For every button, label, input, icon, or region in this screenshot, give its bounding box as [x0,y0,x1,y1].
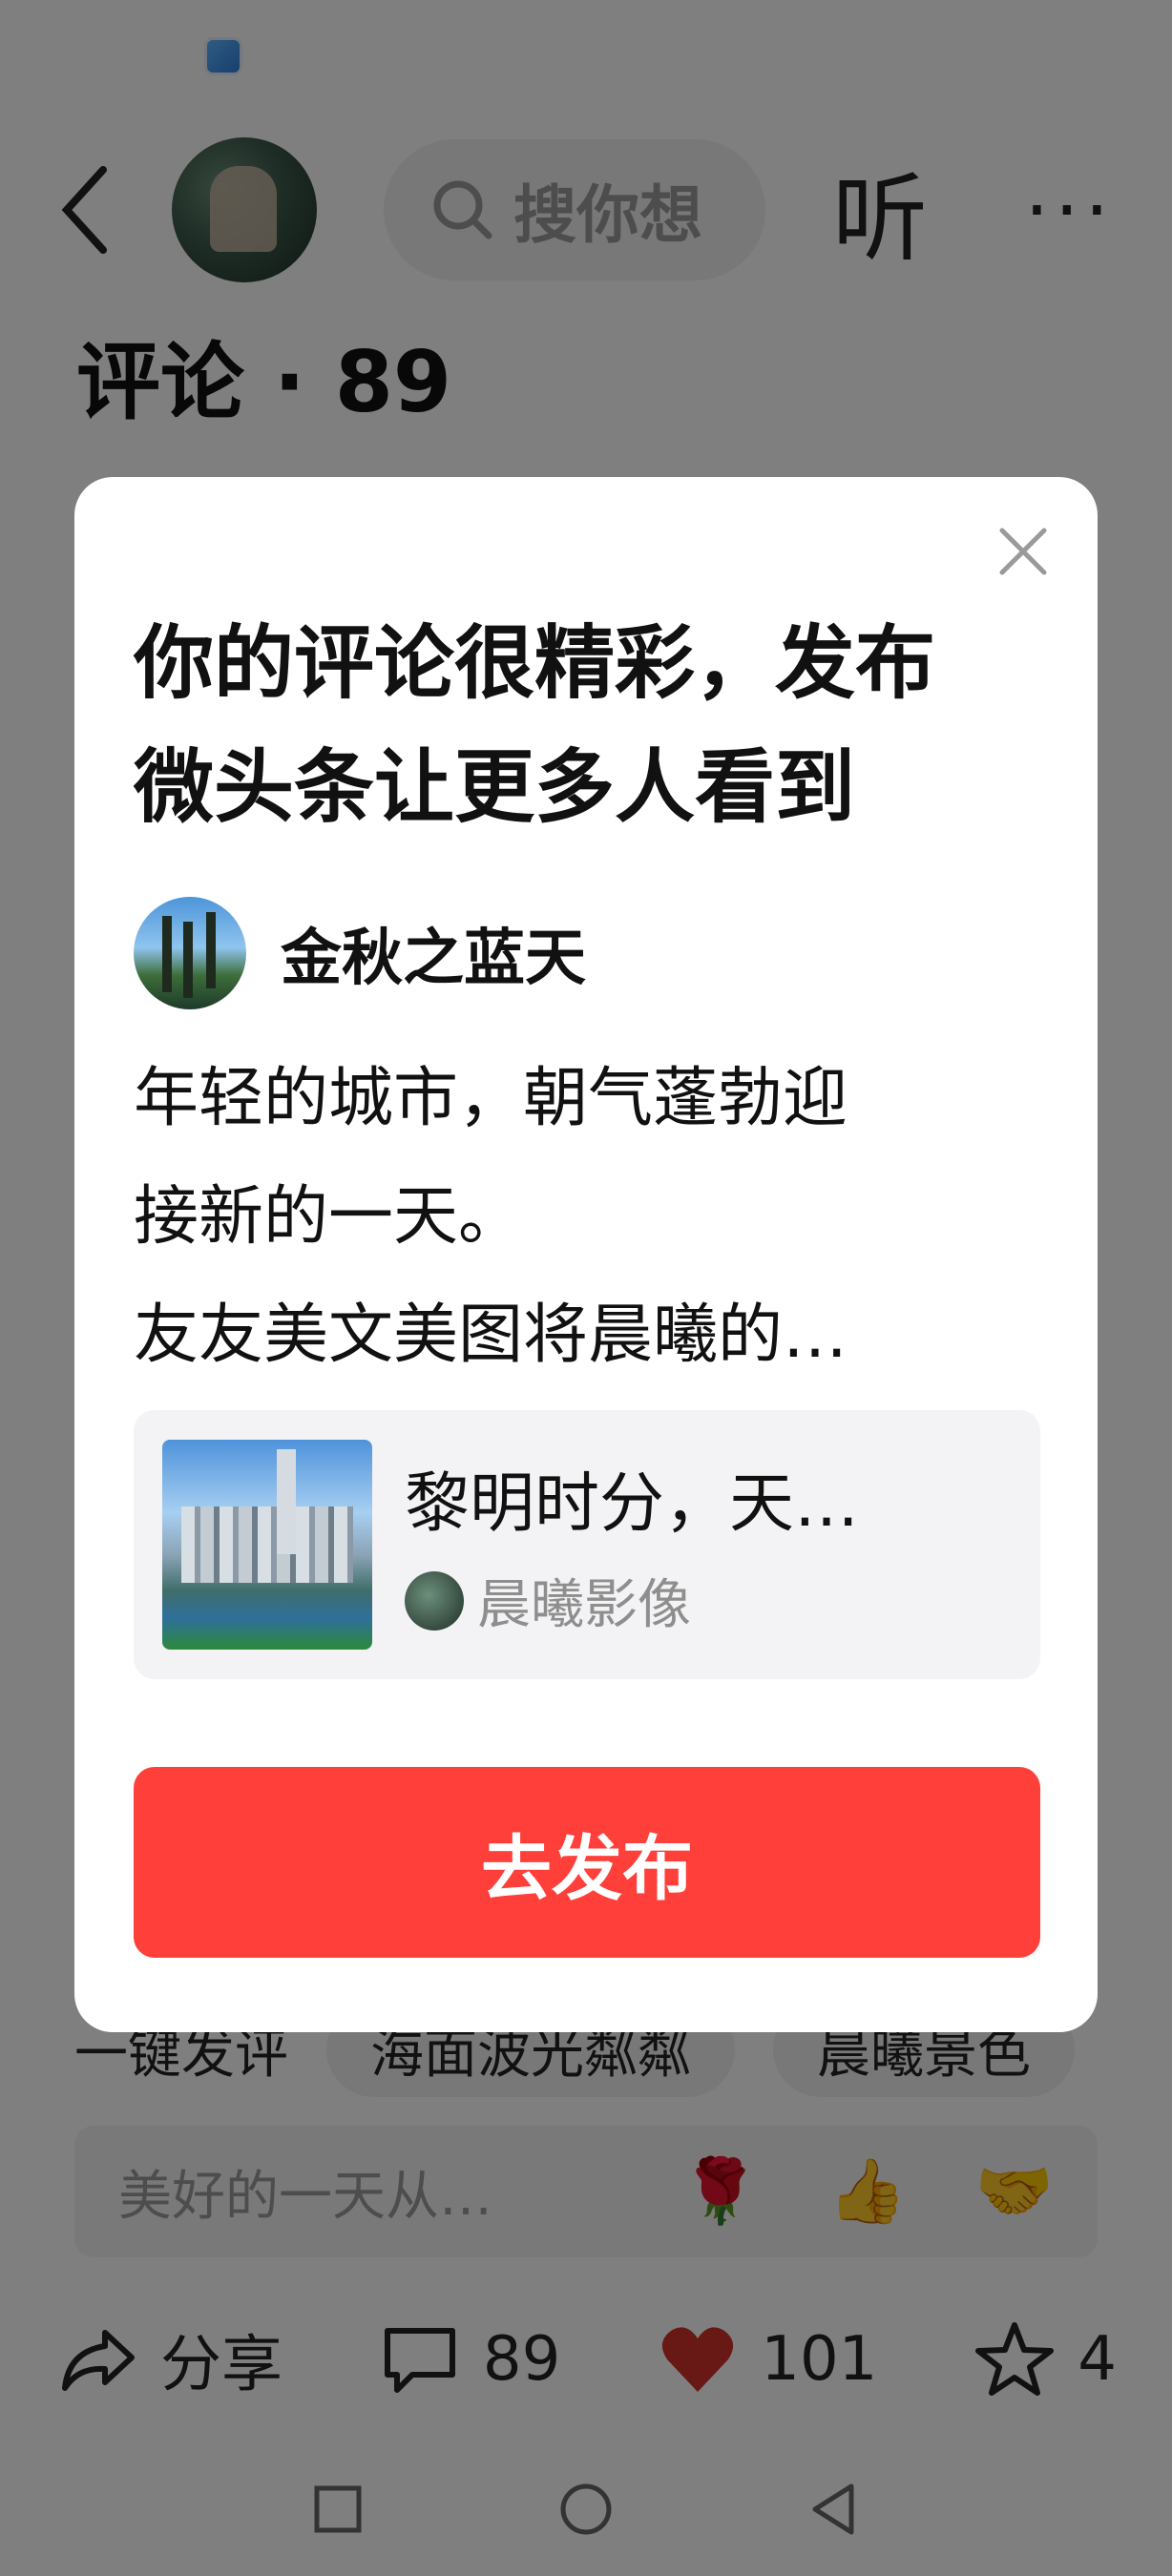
publish-prompt-dialog: 你的评论很精彩，发布 微头条让更多人看到 金秋之蓝天 年轻的城市，朝气蓬勃迎 接… [74,477,1098,2032]
source-name: 晨曦影像 [477,1574,691,1636]
publish-button[interactable]: 去发布 [134,1767,1040,1958]
article-link-card[interactable]: 黎明时分，天… 晨曦影像 [134,1410,1040,1679]
article-source: 晨曦影像 [405,1562,859,1639]
commenter-name: 金秋之蓝天 [281,924,586,994]
commenter-avatar [134,897,246,1009]
source-avatar [405,1570,464,1631]
comment-author: 金秋之蓝天 [134,897,586,1009]
article-thumbnail [162,1440,372,1650]
comment-text-line: 友友美文美图将晨曦的… [134,1298,848,1373]
article-title: 黎明时分，天… [405,1466,860,1542]
comment-text-line: 接新的一天。 [134,1179,524,1255]
dialog-title: 你的评论很精彩，发布 微头条让更多人看到 [134,601,1050,849]
close-icon[interactable] [994,523,1052,580]
article-info: 黎明时分，天… 晨曦影像 [405,1450,859,1639]
comment-text: 年轻的城市，朝气蓬勃迎 接新的一天。 友友美文美图将晨曦的… [134,1040,1031,1395]
comment-text-line: 年轻的城市，朝气蓬勃迎 [134,1061,848,1136]
dialog-title-line: 微头条让更多人看到 [134,740,856,834]
dialog-title-line: 你的评论很精彩，发布 [134,616,936,710]
